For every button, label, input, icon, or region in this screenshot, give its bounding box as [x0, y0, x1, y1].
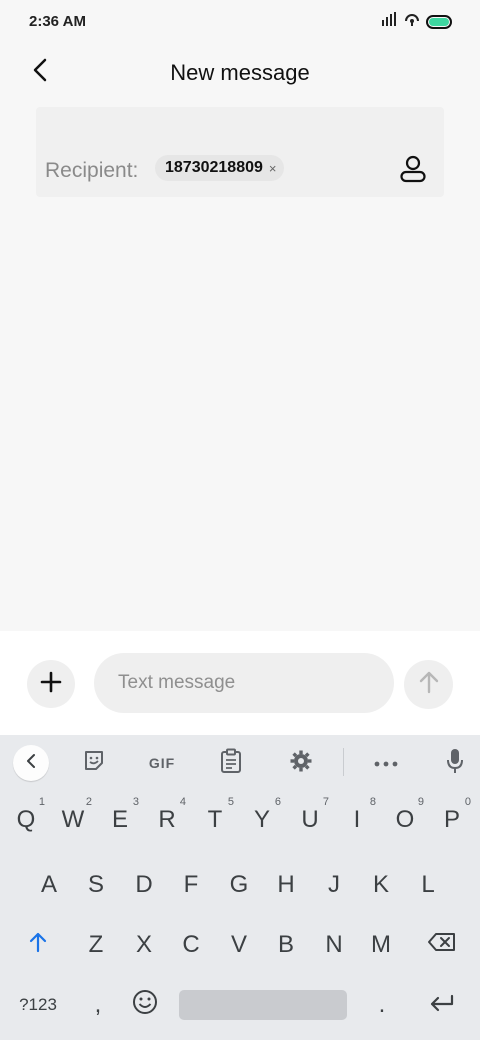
battery-icon [426, 14, 452, 29]
page-title: New message [170, 60, 310, 85]
comma-key[interactable]: , [76, 975, 120, 1035]
hotspot-icon [404, 12, 420, 31]
status-bar: 2:36 AM [0, 0, 480, 44]
more-horizontal-icon [374, 754, 398, 772]
key-hint: 9 [417, 796, 424, 808]
key-z[interactable]: Z [73, 915, 119, 975]
key-q[interactable]: Q1 [3, 790, 49, 850]
key-u[interactable]: U7 [287, 790, 333, 850]
backspace-key[interactable] [414, 915, 470, 975]
gif-label: GIF [148, 755, 176, 771]
key-hint: 1 [38, 796, 45, 808]
add-contact-button[interactable] [396, 154, 430, 188]
key-s[interactable]: S [73, 855, 119, 915]
key-e[interactable]: E3 [97, 790, 143, 850]
key-label: O [395, 806, 415, 833]
key-b[interactable]: B [263, 915, 309, 975]
sticker-button[interactable] [80, 748, 108, 778]
clipboard-icon [220, 748, 242, 779]
gear-icon [289, 749, 313, 778]
attach-button[interactable] [27, 660, 75, 708]
more-options-button[interactable] [373, 748, 399, 778]
remove-recipient-button[interactable]: × [269, 161, 277, 176]
shift-arrow-icon [28, 931, 48, 960]
toolbar-divider [343, 748, 344, 776]
key-label: U [301, 806, 319, 833]
key-x[interactable]: X [121, 915, 167, 975]
chevron-left-icon [26, 753, 36, 774]
key-label: Y [253, 806, 270, 833]
key-l[interactable]: L [405, 855, 451, 915]
symbols-key[interactable]: ?123 [8, 975, 68, 1035]
key-f[interactable]: F [168, 855, 214, 915]
signal-icon [382, 12, 398, 31]
period-key[interactable]: . [360, 975, 404, 1035]
key-label: E [111, 806, 128, 833]
key-o[interactable]: O9 [382, 790, 428, 850]
keyboard-toolbar: GIF [0, 735, 480, 790]
microphone-icon [446, 748, 464, 779]
enter-arrow-icon [429, 991, 455, 1019]
key-label: R [158, 806, 176, 833]
key-r[interactable]: R4 [144, 790, 190, 850]
key-m[interactable]: M [358, 915, 404, 975]
enter-key[interactable] [414, 975, 470, 1035]
recipient-chip-number: 18730218809 [165, 159, 263, 176]
key-v[interactable]: V [216, 915, 262, 975]
person-icon [399, 155, 427, 188]
key-label: Q [16, 806, 36, 833]
key-hint: 2 [85, 796, 92, 808]
key-label: W [61, 806, 85, 833]
status-time: 2:36 AM [29, 13, 86, 30]
key-label: T [207, 806, 223, 833]
keyboard: GIF Q1 W2 E3 R4 T5 Y6 U7 I8 O9 P 0 A S D… [0, 735, 480, 1040]
emoji-icon [132, 989, 158, 1022]
settings-button[interactable] [288, 748, 314, 778]
status-icons [382, 12, 452, 31]
key-t[interactable]: T5 [192, 790, 238, 850]
recipient-label: Recipient: [45, 159, 139, 182]
recipient-chip[interactable]: 18730218809 × [155, 155, 285, 181]
key-hint: 7 [322, 796, 329, 808]
key-hint: 4 [179, 796, 186, 808]
key-hint: 3 [132, 796, 139, 808]
key-k[interactable]: K [358, 855, 404, 915]
message-input[interactable] [94, 653, 394, 713]
key-g[interactable]: G [216, 855, 262, 915]
key-label: P [443, 806, 460, 833]
arrow-up-icon [418, 670, 440, 699]
keyboard-collapse-button[interactable] [13, 745, 49, 781]
key-i[interactable]: I8 [334, 790, 380, 850]
key-w[interactable]: W2 [50, 790, 96, 850]
key-j[interactable]: J [311, 855, 357, 915]
shift-key[interactable] [14, 915, 62, 975]
key-n[interactable]: N [311, 915, 357, 975]
gif-button[interactable]: GIF [141, 748, 183, 778]
key-d[interactable]: D [121, 855, 167, 915]
voice-input-button[interactable] [443, 748, 467, 778]
clipboard-button[interactable] [218, 748, 244, 778]
compose-area [0, 631, 480, 735]
recipient-field[interactable]: Recipient: 18730218809 × [36, 107, 444, 197]
key-c[interactable]: C [168, 915, 214, 975]
title-bar: New message [0, 44, 480, 100]
key-hint: 0 [464, 796, 471, 808]
send-button[interactable] [404, 660, 453, 709]
key-hint: 5 [227, 796, 234, 808]
plus-icon [40, 671, 62, 698]
backspace-icon [427, 931, 457, 959]
key-h[interactable]: H [263, 855, 309, 915]
key-a[interactable]: A [26, 855, 72, 915]
key-label: I [353, 806, 361, 833]
key-p[interactable]: P0 [429, 790, 475, 850]
key-hint: 8 [369, 796, 376, 808]
key-y[interactable]: Y6 [239, 790, 285, 850]
space-bar[interactable] [179, 990, 347, 1020]
emoji-key[interactable] [123, 975, 167, 1035]
key-hint: 6 [274, 796, 281, 808]
sticker-icon [82, 749, 106, 778]
